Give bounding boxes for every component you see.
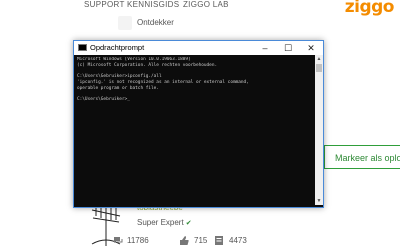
text-cursor: _ [127,96,130,102]
console-prompt-line[interactable]: C:\Users\Gebruiker>_ [77,97,313,103]
messages-icon [114,237,123,243]
console-output[interactable]: Microsoft Windows [Version 10.0.19063.18… [77,57,313,205]
top-navigation: SUPPORT KENNISGIDS ZIGGO LAB [0,0,400,12]
nav-support[interactable]: SUPPORT [84,0,125,9]
discover-label: Ontdekker [137,18,174,27]
kudos-count: 715 [194,236,208,245]
nav-kennisgids[interactable]: KENNISGIDS [127,0,179,9]
scroll-down-icon[interactable]: ▼ [315,197,323,205]
maximize-icon[interactable]: ☐ [281,42,295,54]
vertical-scrollbar[interactable]: ▲ ▼ [315,55,323,205]
solutions-icon [215,236,223,245]
scroll-thumb[interactable] [316,64,322,72]
scroll-up-icon[interactable]: ▲ [315,55,323,63]
messages-count: 11786 [127,236,149,245]
close-icon[interactable]: ✕ [304,42,318,54]
nav-ziggo-lab[interactable]: ZIGGO LAB [183,0,229,9]
kudos-icon [180,236,189,245]
author-rank: Super Expert ✔ [137,218,192,227]
mark-as-solution-button[interactable]: Markeer als oplo [324,145,400,169]
window-app-icon [78,44,87,51]
window-title: Opdrachtprompt [90,43,145,52]
title-bar[interactable]: Opdrachtprompt – ☐ ✕ [74,41,323,55]
discover-icon [118,16,132,30]
rank-label: Super Expert [137,218,184,227]
minimize-icon[interactable]: – [258,42,272,54]
command-prompt-window[interactable]: Opdrachtprompt – ☐ ✕ Microsoft Windows [… [73,40,324,208]
solutions-count: 4473 [229,236,247,245]
console-prompt: C:\Users\Gebruiker> [77,96,128,102]
ziggo-logo[interactable]: ziggo [345,0,395,17]
verified-check-icon: ✔ [185,220,192,227]
